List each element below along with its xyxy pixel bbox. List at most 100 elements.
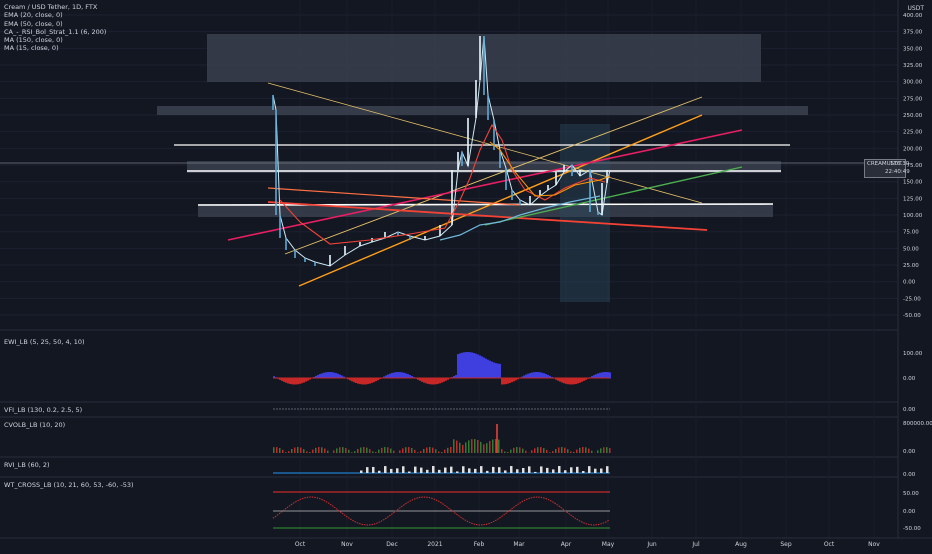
- cvolb-bar: [333, 450, 335, 453]
- supply-zone-mid[interactable]: [157, 106, 808, 115]
- ewi-bar: [443, 378, 445, 382]
- candle: [547, 185, 549, 190]
- price-axis-label: 325.00: [903, 63, 923, 69]
- rvi-bar: [378, 471, 381, 473]
- rvi-bar: [480, 466, 483, 473]
- time-axis-label: Apr: [561, 541, 572, 548]
- cvolb-bar: [534, 448, 536, 453]
- cvolb-bar: [393, 451, 395, 453]
- pane-label-wt-cross[interactable]: WT_CROSS_LB (10, 21, 60, 53, -60, -53): [4, 481, 134, 489]
- ewi-bar: [501, 378, 503, 384]
- ewi-bar: [373, 378, 375, 382]
- cvolb-bar: [279, 448, 281, 453]
- price-axis-label: 75.00: [903, 230, 919, 236]
- ewi-bar: [433, 378, 435, 384]
- legend-ema50[interactable]: EMA (50, close, 0): [4, 20, 106, 28]
- cvolb-bar: [399, 450, 401, 453]
- ewi-bar: [351, 378, 353, 381]
- ewi-bar: [503, 378, 505, 384]
- vfi-axis-label: 0.00: [903, 407, 916, 413]
- pane-label-ewi[interactable]: EWI_LB (5, 25, 50, 4, 10): [4, 338, 85, 346]
- rvi-bar: [516, 469, 519, 473]
- cvolb-bar: [441, 452, 443, 453]
- time-axis-label: Jul: [691, 541, 700, 548]
- ewi-bar: [303, 378, 305, 382]
- rvi-bar: [552, 469, 555, 473]
- candle: [571, 165, 573, 176]
- ewi-bar: [459, 353, 461, 378]
- candle: [359, 242, 361, 246]
- cvolb-bar: [282, 450, 284, 453]
- cvolb-bar: [546, 450, 548, 453]
- rvi-bar: [384, 466, 387, 473]
- ewi-bar: [363, 378, 365, 384]
- cvolb-bar: [285, 452, 287, 453]
- candle: [329, 255, 331, 266]
- cvolb-bar: [609, 448, 611, 453]
- candle: [505, 168, 507, 190]
- ewi-bar: [293, 378, 295, 384]
- ewi-bar: [361, 378, 363, 384]
- rvi-bar: [360, 470, 363, 473]
- time-axis-label: Jun: [646, 541, 657, 548]
- ewi-bar: [471, 352, 473, 378]
- cvolb-bar: [576, 450, 578, 453]
- cvolb-bar: [453, 439, 455, 453]
- cvolb-bar: [579, 448, 581, 453]
- cvolb-bar: [405, 447, 407, 453]
- time-axis-label: Aug: [735, 541, 747, 548]
- trend-line[interactable]: [299, 115, 702, 286]
- rvi-bar: [528, 466, 531, 473]
- pane-label-vfi[interactable]: VFI_LB (130, 0.2, 2.5, 5): [4, 406, 82, 414]
- chart-workspace[interactable]: 400.00375.00350.00325.00300.00275.00250.…: [0, 0, 932, 550]
- rvi-bar: [390, 469, 393, 473]
- cvolb-bar: [390, 449, 392, 453]
- ewi-bar: [573, 378, 575, 384]
- legend-rsi-bol-strat[interactable]: CA_-_RSI_Bol_Strat_1.1 (6, 200): [4, 28, 106, 36]
- pane-label-cvolb[interactable]: CVOLB_LB (10, 20): [4, 421, 65, 429]
- cvolb-bar: [585, 447, 587, 453]
- cvolb-bar: [303, 449, 305, 453]
- candle: [467, 118, 469, 166]
- cvolb-bar: [297, 447, 299, 453]
- cvolb-bar: [369, 449, 371, 453]
- ewi-bar: [499, 364, 501, 379]
- cvolb-bar: [309, 452, 311, 453]
- price-axis-label: 225.00: [903, 130, 923, 136]
- cvolb-bar: [360, 447, 362, 453]
- rvi-bar: [426, 470, 429, 473]
- rvi-bar: [522, 468, 525, 473]
- rvi-bar: [474, 469, 477, 473]
- cvolb-bar: [501, 449, 503, 453]
- rvi-bar: [462, 466, 465, 473]
- cvolb-bar: [567, 449, 569, 453]
- ewi-bar: [481, 356, 483, 378]
- candle: [597, 212, 599, 215]
- legend-ema20[interactable]: EMA (20, close, 0): [4, 11, 106, 19]
- cvolb-bar: [363, 447, 365, 453]
- cvolb-bar: [312, 450, 314, 453]
- cvolb-bar: [555, 449, 557, 453]
- pane-label-rvi[interactable]: RVI_LB (60, 2): [4, 461, 50, 469]
- time-axis-label: May: [602, 541, 615, 548]
- symbol-title[interactable]: Cream / USD Tether, 1D, FTX: [4, 3, 106, 11]
- cvolb-bar: [291, 449, 293, 453]
- ewi-bar: [463, 352, 465, 378]
- candle: [424, 236, 426, 240]
- cvolb-bar: [510, 450, 512, 453]
- rvi-bar: [576, 467, 579, 473]
- ewi-bar: [299, 378, 301, 384]
- currency-label: USDT: [908, 5, 925, 12]
- legend-ma15[interactable]: MA (15, close, 0): [4, 44, 106, 52]
- candle: [539, 190, 541, 196]
- cvolb-bar: [564, 448, 566, 453]
- price-axis-label: -50.00: [903, 313, 921, 319]
- ewi-bar: [369, 378, 371, 384]
- candle: [487, 95, 489, 120]
- candle: [457, 152, 459, 170]
- trend-line[interactable]: [268, 188, 520, 205]
- time-axis-label: Dec: [386, 541, 398, 548]
- cvolb-bar: [414, 450, 416, 453]
- chart-canvas[interactable]: 400.00375.00350.00325.00300.00275.00250.…: [0, 0, 932, 550]
- legend-ma150[interactable]: MA (150, close, 0): [4, 36, 106, 44]
